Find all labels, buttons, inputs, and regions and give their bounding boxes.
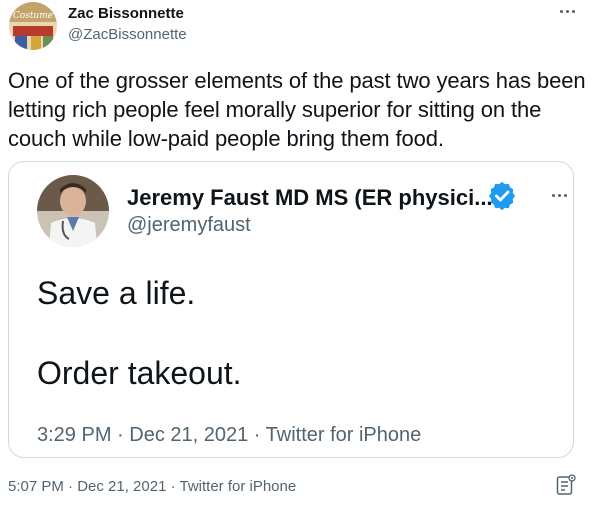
author-avatar[interactable]: Costume [9, 2, 57, 50]
quoted-text-line1: Save a life. [37, 275, 196, 311]
tweet-timestamp[interactable]: 5:07 PM · Dec 21, 2021 · Twitter for iPh… [8, 478, 296, 495]
more-icon[interactable] [556, 0, 578, 22]
tweet-text: One of the grosser elements of the past … [8, 68, 586, 151]
doctor-avatar-icon [37, 175, 109, 247]
quoted-more-icon[interactable] [547, 184, 571, 206]
quoted-author-avatar[interactable] [37, 175, 109, 247]
author-name[interactable]: Zac Bissonnette [68, 5, 184, 22]
verified-badge-icon [487, 180, 517, 211]
quoted-timestamp[interactable]: 3:29 PM · Dec 21, 2021 · Twitter for iPh… [37, 424, 421, 447]
costume-logo-icon: Costume [9, 2, 57, 50]
author-handle[interactable]: @ZacBissonnette [68, 26, 187, 43]
quoted-author-name[interactable]: Jeremy Faust MD MS (ER physici... [127, 185, 493, 211]
quoted-text-line2: Order takeout. [37, 355, 242, 391]
quoted-tweet-card[interactable]: Jeremy Faust MD MS (ER physici... @jerem… [8, 161, 574, 458]
svg-text:Costume: Costume [13, 11, 53, 21]
analytics-icon[interactable] [556, 474, 576, 496]
quoted-author-handle[interactable]: @jeremyfaust [127, 214, 251, 237]
